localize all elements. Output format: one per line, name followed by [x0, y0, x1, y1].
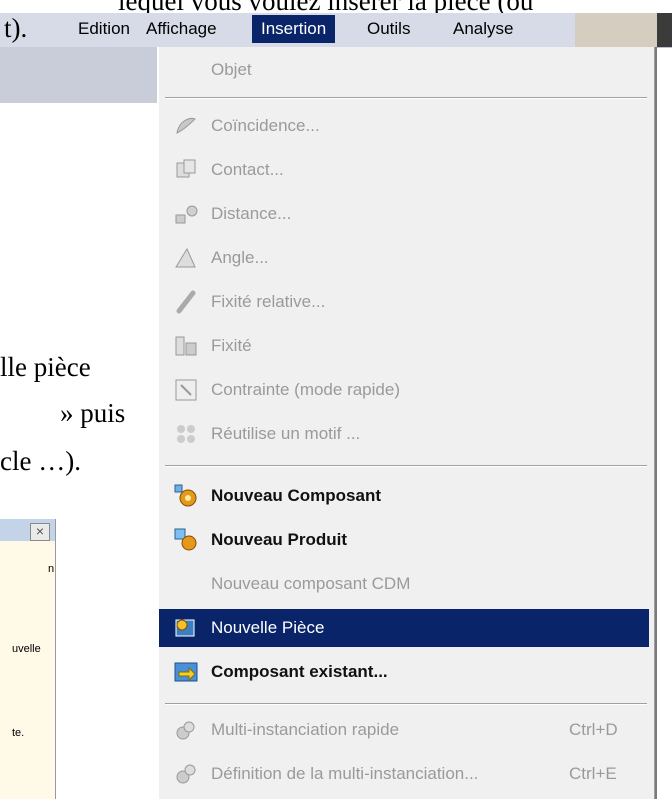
new-part-icon	[175, 619, 195, 637]
reuse-pattern-icon	[177, 425, 195, 443]
menu-insertion[interactable]: Insertion	[252, 15, 336, 43]
menu-item-composant-existant[interactable]: Composant existant...	[159, 653, 649, 691]
menu-separator	[165, 703, 647, 705]
close-icon[interactable]: ×	[30, 523, 50, 541]
menu-item-nouveau-composant[interactable]: Nouveau Composant	[159, 477, 649, 515]
new-product-icon	[174, 528, 197, 551]
fix-icon	[175, 336, 197, 356]
distance-icon	[175, 205, 198, 224]
angle-icon	[175, 247, 196, 268]
shortcut-label: Ctrl+E	[569, 764, 617, 783]
dialog-text-2: uvelle	[12, 643, 41, 655]
menu-item-nouvelle-piece[interactable]: Nouvelle Pièce	[159, 609, 649, 647]
menu-separator	[165, 465, 647, 467]
insertion-dropdown-menu: Objet Coïncidence... Contact... Distance…	[157, 47, 657, 799]
menu-analyse[interactable]: Analyse	[444, 15, 522, 43]
menu-item-label: Objet	[211, 60, 252, 79]
menu-item-definition-multi-instanciation[interactable]: Définition de la multi-instanciation... …	[159, 755, 649, 793]
document-fragment-3: cle …).	[0, 446, 81, 476]
menubar-toolbar-area	[575, 13, 657, 47]
menu-item-nouveau-produit[interactable]: Nouveau Produit	[159, 521, 649, 559]
contact-icon	[176, 159, 196, 178]
document-line2-fragment: t).	[4, 13, 28, 43]
dialog-text-3: te.	[12, 727, 25, 739]
menu-outils[interactable]: Outils	[358, 15, 419, 43]
dialog-window: × n uvelle te.	[0, 519, 56, 799]
multi-instance-def-icon	[176, 764, 196, 784]
menu-affichage[interactable]: Affichage	[137, 15, 226, 43]
menubar-edge	[657, 13, 672, 47]
document-fragment-1: lle pièce	[0, 352, 91, 382]
menu-item-contrainte-rapide[interactable]: Contrainte (mode rapide)	[159, 371, 649, 409]
menu-item-fixite-relative[interactable]: Fixité relative...	[159, 283, 649, 321]
menu-bar: Edition Affichage Insertion Outils Analy…	[0, 13, 672, 48]
menu-item-reutilise-motif[interactable]: Réutilise un motif ...	[159, 415, 649, 453]
menu-item-distance[interactable]: Distance...	[159, 195, 649, 233]
menu-item-contact[interactable]: Contact...	[159, 151, 649, 189]
multi-instance-icon	[176, 721, 195, 740]
menu-item-objet[interactable]: Objet	[159, 51, 649, 89]
menu-edition[interactable]: Edition	[69, 15, 139, 43]
menu-item-multi-instanciation-rapide[interactable]: Multi-instanciation rapide Ctrl+D	[159, 711, 649, 749]
relative-fix-icon	[176, 290, 196, 314]
document-fragment-2: » puis	[60, 398, 126, 428]
shortcut-label: Ctrl+D	[569, 720, 618, 739]
menu-item-angle[interactable]: Angle...	[159, 239, 649, 277]
menu-item-fixite[interactable]: Fixité	[159, 327, 649, 365]
menu-item-nouveau-composant-cdm[interactable]: Nouveau composant CDM	[159, 565, 649, 603]
existing-component-icon	[174, 662, 198, 682]
new-component-icon	[174, 484, 197, 507]
dialog-text-1: n	[48, 563, 55, 575]
quick-constraint-icon	[175, 379, 197, 401]
window-band	[0, 47, 160, 103]
menu-separator	[165, 97, 647, 99]
menu-item-coincidence[interactable]: Coïncidence...	[159, 107, 649, 145]
coincidence-icon	[176, 118, 196, 134]
